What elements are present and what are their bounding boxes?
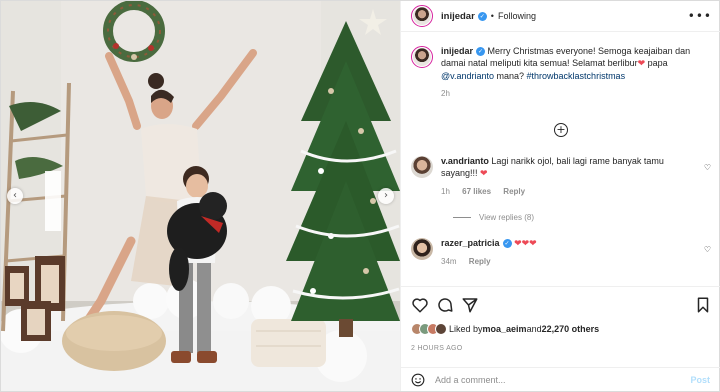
comment-time[interactable]: 34m — [441, 257, 457, 266]
like-comment-heart-icon[interactable]: ♡ — [704, 163, 711, 172]
caption-username[interactable]: inijedar — [441, 46, 473, 56]
reply-button[interactable]: Reply — [503, 187, 525, 196]
view-replies-label: View replies (8) — [479, 213, 534, 222]
liked-by-user[interactable]: moa_aeim — [483, 324, 527, 334]
comment-time[interactable]: 1h — [441, 187, 450, 196]
username-text[interactable]: inijedar — [441, 11, 475, 22]
reply-button[interactable]: Reply — [469, 257, 491, 266]
chevron-left-icon: ‹ — [13, 190, 17, 201]
mention-link[interactable]: @v.andrianto — [441, 71, 494, 81]
add-comment-bar: Post — [401, 367, 720, 391]
comment-input[interactable] — [435, 374, 691, 385]
comment-likes[interactable]: 67 likes — [462, 187, 491, 196]
separator-dot: • — [490, 11, 494, 21]
avatar[interactable] — [411, 156, 433, 178]
verified-badge-icon: ✓ — [477, 11, 487, 21]
liked-by-prefix: Liked by — [449, 324, 483, 334]
comment-bubble-icon[interactable] — [436, 296, 454, 314]
comment-username[interactable]: v.andrianto — [441, 156, 489, 166]
like-comment-heart-icon[interactable]: ♡ — [704, 245, 711, 254]
liker-avatars — [411, 323, 447, 335]
next-photo-button[interactable]: › — [378, 188, 394, 204]
comments-section: inijedar ✓ Merry Christmas everyone! Semo… — [401, 33, 720, 285]
comment-username[interactable]: razer_patricia — [441, 238, 500, 248]
avatar[interactable] — [411, 238, 433, 260]
caption-meta: 2h — [441, 88, 711, 100]
caption-text-mid: papa — [645, 58, 668, 68]
view-replies-button[interactable]: View replies (8) — [453, 213, 534, 222]
divider-line — [453, 217, 471, 218]
caption-time[interactable]: 2h — [441, 89, 450, 98]
comment-item: razer_patricia ✓ ❤❤❤ 34m Reply ♡ — [411, 237, 711, 268]
post-photo[interactable]: ‹ › — [1, 1, 400, 391]
post-timestamp[interactable]: 2 HOURS AGO — [411, 345, 463, 352]
verified-badge-icon: ✓ — [502, 239, 512, 248]
like-heart-icon[interactable] — [411, 296, 429, 314]
load-more-comments-button[interactable]: + — [554, 123, 568, 137]
caption-row: inijedar ✓ Merry Christmas everyone! Semo… — [411, 45, 711, 100]
christmas-photo-illustration — [1, 1, 400, 391]
hashtag-link[interactable]: #throwbacklastchristmas — [527, 71, 626, 81]
heart-emoji: ❤ — [480, 169, 488, 179]
avatar[interactable] — [411, 5, 433, 27]
post-comment-button[interactable]: Post — [690, 375, 710, 385]
more-options-icon[interactable]: ••• — [688, 9, 712, 23]
liked-by-line: Liked by moa_aeim and 22,270 others — [411, 323, 599, 335]
save-bookmark-icon[interactable] — [694, 296, 712, 314]
liked-by-count[interactable]: 22,270 others — [542, 324, 600, 334]
share-paper-plane-icon[interactable] — [461, 296, 479, 314]
post-side-panel: inijedar ✓ • Following ••• inijedar ✓ Merr… — [400, 1, 720, 391]
following-button[interactable]: Following — [498, 11, 536, 21]
hearts-emoji: ❤❤❤ — [514, 239, 537, 249]
comment-meta: 34m Reply — [441, 256, 711, 268]
liked-by-mid: and — [526, 324, 542, 334]
post-dialog: ‹ › inijedar ✓ • Following ••• inijedar ✓ … — [0, 0, 720, 392]
emoji-icon[interactable] — [411, 373, 425, 387]
previous-photo-button[interactable]: ‹ — [7, 188, 23, 204]
header-username[interactable]: inijedar ✓ — [441, 11, 487, 22]
post-actions: Liked by moa_aeim and 22,270 others 2 HO… — [401, 286, 720, 352]
chevron-right-icon: › — [384, 190, 388, 201]
verified-badge-icon: ✓ — [476, 47, 486, 56]
comment-item: v.andrianto Lagi narikk ojol, bali lagi … — [411, 155, 711, 198]
heart-emoji: ❤ — [637, 59, 646, 69]
post-header: inijedar ✓ • Following ••• — [401, 1, 720, 32]
caption-text-tail: mana? — [494, 71, 527, 81]
avatar[interactable] — [411, 46, 433, 68]
comment-meta: 1h 67 likes Reply — [441, 186, 693, 198]
